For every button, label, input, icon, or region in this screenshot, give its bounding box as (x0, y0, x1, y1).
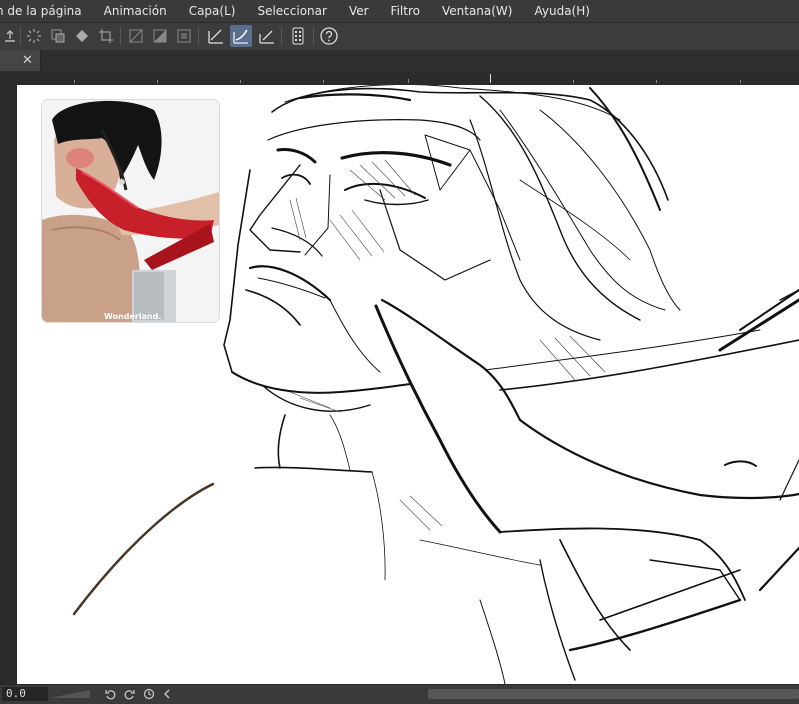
spinner-icon[interactable] (23, 25, 45, 47)
menu-select[interactable]: Seleccionar (246, 0, 337, 22)
toolbar-separator (120, 27, 121, 45)
pen-stabilizer-icon[interactable] (205, 25, 227, 47)
reference-photo-art: Wonderland. (42, 100, 219, 322)
help-icon[interactable] (318, 25, 340, 47)
menu-layer[interactable]: Capa(L) (178, 0, 247, 22)
toolbar-separator (20, 27, 21, 45)
horizontal-ruler (0, 72, 799, 83)
command-bar (0, 22, 799, 51)
document-tab[interactable]: ✕ (0, 50, 41, 71)
layer-mask-icon[interactable] (125, 25, 147, 47)
stroke-tool-icon[interactable] (230, 25, 252, 47)
menu-view[interactable]: Ver (338, 0, 380, 22)
menu-help[interactable]: Ayuda(H) (523, 0, 600, 22)
menu-window[interactable]: Ventana(W) (431, 0, 524, 22)
rotate-right-icon[interactable] (122, 687, 136, 701)
document-tab-bar: ✕ (0, 50, 799, 72)
device-icon[interactable] (287, 25, 309, 47)
reference-caption: Wonderland. (104, 312, 161, 321)
tone-icon[interactable] (149, 25, 171, 47)
reference-image[interactable]: Wonderland. (42, 100, 219, 322)
transform-icon[interactable] (47, 25, 69, 47)
rotate-left-icon[interactable] (104, 687, 118, 701)
zoom-value-field[interactable]: 0.0 (2, 687, 48, 701)
menu-animation[interactable]: Animación (93, 0, 178, 22)
menu-filter[interactable]: Filtro (380, 0, 431, 22)
close-icon[interactable]: ✕ (22, 52, 33, 69)
horizontal-scrollbar[interactable] (428, 689, 799, 699)
ruler-cursor-marker (490, 74, 491, 83)
toolbar-separator (313, 27, 314, 45)
frame-icon[interactable] (173, 25, 195, 47)
menu-page-management[interactable]: n de la página (0, 0, 93, 22)
ruler-pen-icon[interactable] (256, 25, 278, 47)
fill-icon[interactable] (71, 25, 93, 47)
reset-rotation-icon[interactable] (142, 687, 156, 701)
crop-icon[interactable] (95, 25, 117, 47)
toolbar-separator (198, 27, 199, 45)
chevron-left-icon[interactable] (160, 687, 174, 701)
toolbar-separator (281, 27, 282, 45)
zoom-slider[interactable] (50, 687, 90, 701)
menu-bar: n de la página Animación Capa(L) Selecci… (0, 0, 799, 22)
export-icon[interactable] (0, 25, 22, 47)
status-bar: 0.0 (0, 684, 799, 704)
